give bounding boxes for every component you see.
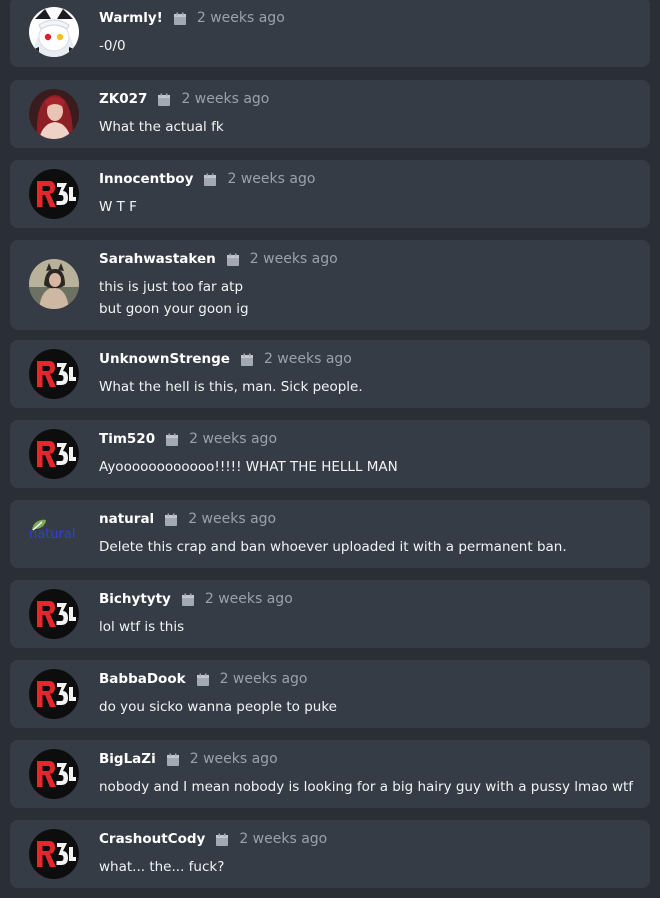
comment-card: natural natural 2 weeks ago Delete this cr… (10, 500, 650, 568)
timestamp: 2 weeks ago (204, 591, 293, 607)
comment-meta: Bichytyty 2 weeks ago (99, 590, 293, 608)
comment-card: ZK027 2 weeks ago What the actual fk (10, 80, 650, 148)
avatar[interactable] (29, 749, 79, 799)
comment-line: lol wtf is this (99, 619, 185, 635)
comment-line: Delete this crap and ban whoever uploade… (99, 539, 567, 555)
comment-line: do you sicko wanna people to puke (99, 699, 337, 715)
calendar-icon (164, 512, 178, 526)
comment-meta: UnknownStrenge 2 weeks ago (99, 350, 352, 368)
comment-card: Tim520 2 weeks ago Ayoooooooooooo!!!!! WH… (10, 420, 650, 488)
comment-card: CrashoutCody 2 weeks ago what... the... f… (10, 820, 650, 888)
username[interactable]: Warmly! (99, 10, 163, 26)
username[interactable]: CrashoutCody (99, 831, 205, 847)
comment-card: Bichytyty 2 weeks ago lol wtf is this (10, 580, 650, 648)
avatar[interactable] (29, 169, 79, 219)
comment-text: W T F (99, 196, 137, 218)
calendar-icon (173, 11, 187, 25)
calendar-icon (157, 92, 171, 106)
comment-card: BigLaZi 2 weeks ago nobody and I mean nob… (10, 740, 650, 808)
comment-card: Innocentboy 2 weeks ago W T F (10, 160, 650, 228)
comment-text: What the hell is this, man. Sick people. (99, 376, 363, 398)
comment-line: -0/0 (99, 38, 126, 54)
comment-line: Ayoooooooooooo!!!!! WHAT THE HELLL MAN (99, 459, 398, 475)
comment-meta: Sarahwastaken 2 weeks ago (99, 250, 338, 268)
timestamp: 2 weeks ago (196, 10, 285, 26)
username[interactable]: Tim520 (99, 431, 155, 447)
username[interactable]: natural (99, 511, 154, 527)
avatar[interactable] (29, 349, 79, 399)
username[interactable]: Bichytyty (99, 591, 171, 607)
comment-line: What the actual fk (99, 119, 224, 135)
avatar[interactable] (29, 7, 79, 57)
username[interactable]: BigLaZi (99, 751, 156, 767)
timestamp: 2 weeks ago (189, 431, 278, 447)
avatar[interactable] (29, 89, 79, 139)
comment-line: but goon your goon ig (99, 301, 249, 317)
calendar-icon (240, 352, 254, 366)
comment-meta: Tim520 2 weeks ago (99, 430, 277, 448)
avatar[interactable] (29, 829, 79, 879)
timestamp: 2 weeks ago (181, 91, 270, 107)
comment-text: do you sicko wanna people to puke (99, 696, 337, 718)
comment-meta: CrashoutCody 2 weeks ago (99, 830, 327, 848)
comment-text: -0/0 (99, 35, 126, 57)
calendar-icon (196, 672, 210, 686)
avatar-broken-image[interactable]: natural (29, 509, 79, 559)
timestamp: 2 weeks ago (239, 831, 328, 847)
timestamp: 2 weeks ago (249, 251, 338, 267)
comment-card: Sarahwastaken 2 weeks ago this is just to… (10, 240, 650, 330)
calendar-icon (203, 172, 217, 186)
username[interactable]: Innocentboy (99, 171, 193, 187)
comment-meta: Innocentboy 2 weeks ago (99, 170, 315, 188)
comment-text: this is just too far atp but goon your go… (99, 276, 249, 320)
comment-text: What the actual fk (99, 116, 224, 138)
comment-card: BabbaDook 2 weeks ago do you sicko wanna … (10, 660, 650, 728)
comment-meta: Warmly! 2 weeks ago (99, 9, 285, 27)
calendar-icon (166, 752, 180, 766)
username[interactable]: Sarahwastaken (99, 251, 216, 267)
avatar[interactable] (29, 259, 79, 309)
comment-text: Delete this crap and ban whoever uploade… (99, 536, 567, 558)
comment-line: nobody and I mean nobody is looking for … (99, 779, 634, 795)
calendar-icon (215, 832, 229, 846)
comment-text: Ayoooooooooooo!!!!! WHAT THE HELLL MAN (99, 456, 398, 478)
timestamp: 2 weeks ago (188, 511, 277, 527)
comment-meta: BabbaDook 2 weeks ago (99, 670, 308, 688)
timestamp: 2 weeks ago (219, 671, 308, 687)
comment-line: What the hell is this, man. Sick people. (99, 379, 363, 395)
comment-text: what... the... fuck? (99, 856, 224, 878)
timestamp: 2 weeks ago (227, 171, 316, 187)
comment-line: W T F (99, 199, 137, 215)
calendar-icon (181, 592, 195, 606)
comment-card: UnknownStrenge 2 weeks ago What the hell … (10, 340, 650, 408)
username[interactable]: ZK027 (99, 91, 147, 107)
comment-line: this is just too far atp (99, 279, 244, 295)
username[interactable]: UnknownStrenge (99, 351, 230, 367)
comment-meta: natural 2 weeks ago (99, 510, 276, 528)
timestamp: 2 weeks ago (189, 751, 278, 767)
comment-card: Warmly! 2 weeks ago -0/0 (10, 0, 650, 67)
username[interactable]: BabbaDook (99, 671, 186, 687)
avatar[interactable] (29, 669, 79, 719)
avatar[interactable] (29, 429, 79, 479)
comment-meta: BigLaZi 2 weeks ago (99, 750, 278, 768)
comment-text: lol wtf is this (99, 616, 184, 638)
avatar-alt-text: natural (29, 527, 76, 542)
timestamp: 2 weeks ago (263, 351, 352, 367)
comment-line: what... the... fuck? (99, 859, 225, 875)
avatar[interactable] (29, 589, 79, 639)
calendar-icon (226, 252, 240, 266)
comment-meta: ZK027 2 weeks ago (99, 90, 269, 108)
comment-text: nobody and I mean nobody is looking for … (99, 776, 633, 798)
calendar-icon (165, 432, 179, 446)
